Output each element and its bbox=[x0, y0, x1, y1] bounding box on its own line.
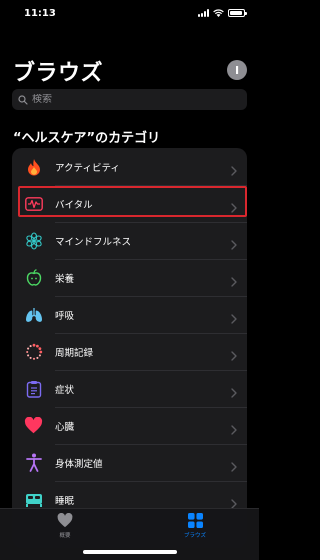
battery-level bbox=[230, 11, 243, 15]
chevron-right-icon bbox=[231, 309, 237, 328]
chevron-right-icon bbox=[231, 457, 237, 476]
page-title: ブラウズ bbox=[13, 61, 104, 86]
chevron-right-icon bbox=[231, 235, 237, 254]
tab-bar: 概要 ブラウズ bbox=[0, 508, 259, 560]
status-icons bbox=[198, 9, 247, 17]
health-browse-screen: 11:13 ブラウズ I “ヘルスケア”のカテゴリ アクティビティバイタルマイ bbox=[0, 0, 259, 560]
category-label: 呼吸 bbox=[55, 310, 75, 322]
chevron-right-icon bbox=[231, 272, 237, 291]
battery-icon bbox=[228, 9, 247, 17]
clipboard-icon bbox=[12, 380, 55, 398]
flame-icon bbox=[12, 158, 55, 176]
wifi-icon bbox=[213, 9, 224, 17]
category-label: 栄養 bbox=[55, 273, 75, 285]
section-title: “ヘルスケア”のカテゴリ bbox=[13, 131, 161, 146]
category-row[interactable]: マインドフルネス bbox=[12, 222, 247, 259]
cycle-tracking-icon bbox=[12, 343, 55, 361]
chevron-right-icon bbox=[231, 198, 237, 217]
category-row[interactable]: アクティビティ bbox=[12, 148, 247, 185]
mindfulness-flower-icon bbox=[12, 231, 55, 250]
tab-summary-label: 概要 bbox=[59, 533, 71, 539]
status-bar: 11:13 bbox=[0, 0, 259, 30]
category-list: アクティビティ バイタルマインドフルネス 栄養呼吸周期記録症状心臓身体測定値睡眠 bbox=[12, 148, 247, 548]
category-row[interactable]: 症状 bbox=[12, 370, 247, 407]
category-label: バイタル bbox=[55, 199, 93, 211]
chevron-right-icon bbox=[231, 420, 237, 439]
category-row[interactable]: 身体測定値 bbox=[12, 444, 247, 481]
profile-avatar-button[interactable]: I bbox=[227, 60, 247, 80]
grid-icon bbox=[187, 513, 203, 528]
category-row[interactable]: 心臓 bbox=[12, 407, 247, 444]
tab-browse-label: ブラウズ bbox=[183, 533, 206, 539]
search-icon bbox=[18, 94, 28, 105]
heart-icon bbox=[12, 417, 55, 434]
category-row[interactable]: 栄養 bbox=[12, 259, 247, 296]
apple-icon bbox=[12, 269, 55, 286]
category-label: 睡眠 bbox=[55, 495, 75, 507]
heart-icon bbox=[57, 513, 73, 528]
status-time: 11:13 bbox=[24, 8, 56, 19]
category-label: アクティビティ bbox=[55, 162, 120, 174]
chevron-right-icon bbox=[231, 346, 237, 365]
category-label: 心臓 bbox=[55, 421, 75, 433]
category-label: 症状 bbox=[55, 384, 75, 396]
tab-browse[interactable]: ブラウズ bbox=[175, 513, 215, 539]
chevron-right-icon bbox=[231, 383, 237, 402]
chevron-right-icon bbox=[231, 161, 237, 180]
category-row[interactable]: バイタル bbox=[12, 185, 247, 222]
vitals-waveform-icon bbox=[12, 196, 55, 211]
category-row[interactable]: 周期記録 bbox=[12, 333, 247, 370]
category-label: 身体測定値 bbox=[55, 458, 103, 470]
category-row[interactable]: 呼吸 bbox=[12, 296, 247, 333]
bed-icon bbox=[12, 493, 55, 507]
home-indicator bbox=[82, 550, 177, 554]
search-bar[interactable] bbox=[12, 89, 247, 110]
category-label: マインドフルネス bbox=[55, 236, 132, 248]
body-figure-icon bbox=[12, 453, 55, 472]
category-label: 周期記録 bbox=[55, 347, 94, 359]
cellular-signal-icon bbox=[198, 9, 209, 17]
tab-summary[interactable]: 概要 bbox=[45, 513, 85, 539]
search-input[interactable] bbox=[32, 94, 212, 105]
lungs-icon bbox=[12, 307, 55, 323]
